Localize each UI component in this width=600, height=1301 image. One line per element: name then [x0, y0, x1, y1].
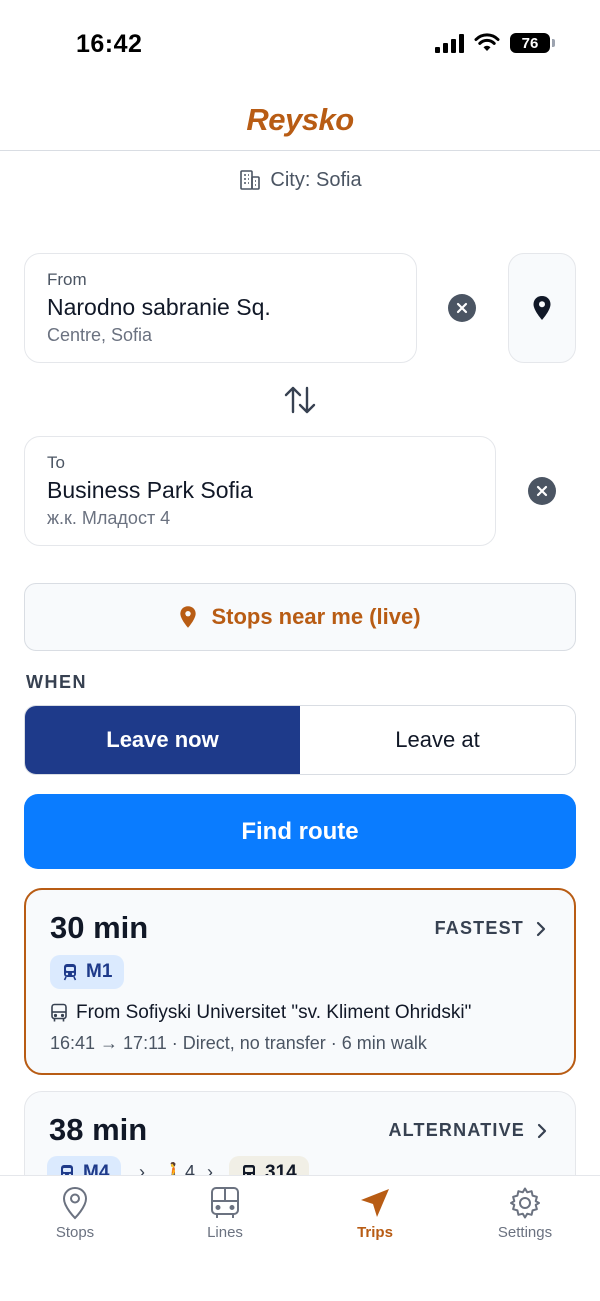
from-stop-name: Narodno sabranie Sq. — [47, 294, 271, 320]
to-field[interactable]: To Business Park Sofia ж.к. Младост 4 — [24, 436, 496, 546]
clear-from-button[interactable] — [448, 294, 476, 322]
swap-button[interactable] — [281, 382, 319, 418]
app-header: Reysko — [0, 90, 600, 151]
stops-near-me-button[interactable]: Stops near me (live) — [24, 583, 576, 651]
trip-result-card[interactable]: 30 min FASTEST M1 From Sofiyski Universi… — [24, 888, 576, 1075]
trip-badge-label: FASTEST — [434, 918, 524, 938]
tab-trips[interactable]: Trips — [300, 1176, 450, 1301]
city-selector[interactable]: City: Sofia — [0, 168, 600, 192]
leave-now-option[interactable]: Leave now — [25, 706, 300, 774]
status-bar: 16:42 76 — [0, 0, 600, 90]
status-indicators: 76 — [435, 33, 555, 53]
status-time: 16:42 — [76, 30, 143, 58]
from-stop-area: Centre, Sofia — [47, 325, 153, 345]
close-icon — [456, 302, 468, 314]
clear-to-button[interactable] — [528, 477, 556, 505]
wifi-icon — [474, 33, 500, 51]
stops-near-me-label: Stops near me (live) — [211, 604, 421, 629]
battery-icon: 76 — [510, 33, 555, 53]
gear-icon — [510, 1187, 540, 1219]
bus-stop-icon — [51, 1003, 67, 1022]
when-heading: WHEN — [26, 672, 87, 692]
tab-label: Lines — [207, 1224, 243, 1241]
bus-icon — [211, 1187, 239, 1218]
to-stop-area: ж.к. Младост 4 — [47, 508, 171, 528]
navigation-arrow-icon — [361, 1189, 389, 1217]
to-stop-name: Business Park Sofia — [47, 477, 253, 503]
trip-badge: ALTERNATIVE — [388, 1120, 547, 1141]
tab-label: Settings — [497, 1224, 553, 1241]
tab-label: Trips — [357, 1224, 393, 1241]
trip-badge-label: ALTERNATIVE — [388, 1120, 525, 1140]
tab-label: Stops — [55, 1224, 95, 1241]
map-pin-icon — [533, 296, 551, 320]
use-location-button[interactable] — [508, 253, 576, 363]
trip-meta: 16:41 → 17:11 · Direct, no transfer · 6 … — [50, 1033, 427, 1053]
when-segmented-control: Leave now Leave at — [24, 705, 576, 775]
tab-settings[interactable]: Settings — [450, 1176, 600, 1301]
line-name: M1 — [86, 961, 113, 982]
cellular-signal-icon — [435, 33, 464, 53]
chevron-right-icon — [536, 921, 546, 936]
tab-stops[interactable]: Stops — [0, 1176, 150, 1301]
trip-from-text: From Sofiyski Universitet "sv. Kliment O… — [76, 1002, 472, 1023]
line-pill-metro: M1 — [50, 955, 125, 989]
tab-lines[interactable]: Lines — [150, 1176, 300, 1301]
trip-departure-stop: From Sofiyski Universitet "sv. Kliment O… — [50, 1002, 471, 1024]
to-label: To — [47, 453, 65, 472]
swap-vertical-icon — [284, 386, 316, 414]
trip-badge: FASTEST — [435, 918, 546, 939]
city-label: City: Sofia — [270, 168, 362, 191]
leave-at-option[interactable]: Leave at — [300, 706, 575, 774]
from-field[interactable]: From Narodno sabranie Sq. Centre, Sofia — [24, 253, 417, 363]
from-label: From — [47, 270, 87, 289]
trip-duration: 30 min — [50, 910, 149, 945]
map-pin-icon — [62, 1186, 88, 1220]
close-icon — [536, 485, 548, 497]
app-logo: Reysko — [246, 102, 354, 137]
chevron-right-icon — [537, 1123, 547, 1138]
bottom-tab-bar: Stops Lines Trips Settings — [0, 1175, 600, 1301]
building-icon — [240, 170, 261, 190]
location-pin-icon — [180, 606, 197, 628]
find-route-button[interactable]: Find route — [24, 794, 576, 869]
trip-duration: 38 min — [49, 1112, 148, 1147]
metro-train-icon — [63, 964, 77, 981]
